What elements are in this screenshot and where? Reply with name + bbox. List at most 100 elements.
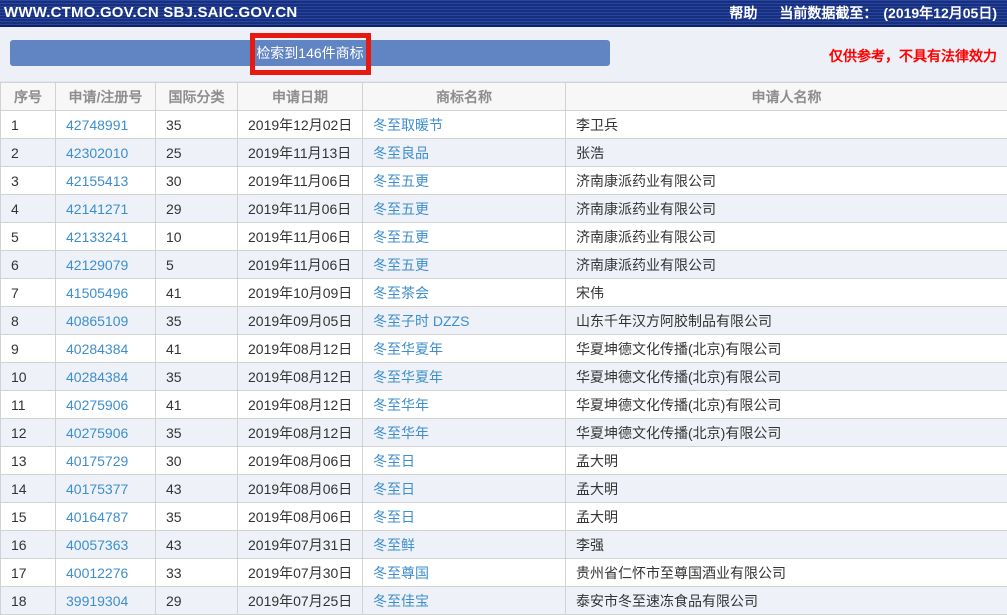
data-cutoff-label: 当前数据截至： — [779, 3, 877, 23]
application-date-cell: 2019年08月12日 — [238, 363, 363, 391]
applicant-name-cell: 李卫兵 — [566, 111, 1007, 139]
application-date-cell: 2019年08月12日 — [238, 419, 363, 447]
result-count-button[interactable]: 检索到146件商标 — [10, 40, 610, 66]
reg-number-cell: 40284384 — [56, 363, 156, 391]
registration-number-link[interactable]: 41505496 — [66, 285, 128, 301]
reg-number-cell: 40275906 — [56, 391, 156, 419]
application-date-cell: 2019年11月06日 — [238, 195, 363, 223]
registration-number-link[interactable]: 40284384 — [66, 341, 128, 357]
table-row: 1740012276332019年07月30日冬至尊国贵州省仁怀市至尊国酒业有限… — [1, 559, 1007, 587]
application-date-cell: 2019年10月09日 — [238, 279, 363, 307]
table-row: 1540164787352019年08月06日冬至日孟大明 — [1, 503, 1007, 531]
registration-number-link[interactable]: 40012276 — [66, 565, 128, 581]
trademark-name-link[interactable]: 冬至五更 — [373, 201, 429, 217]
reg-number-cell: 40012276 — [56, 559, 156, 587]
reg-number-cell: 40175377 — [56, 475, 156, 503]
trademark-name-link[interactable]: 冬至日 — [373, 481, 415, 497]
registration-number-link[interactable]: 40175729 — [66, 453, 128, 469]
registration-number-link[interactable]: 40275906 — [66, 425, 128, 441]
application-date-cell: 2019年07月30日 — [238, 559, 363, 587]
intl-class-cell: 35 — [156, 419, 238, 447]
row-index-cell: 12 — [1, 419, 56, 447]
registration-number-link[interactable]: 42133241 — [66, 229, 128, 245]
table-row: 940284384412019年08月12日冬至华夏年华夏坤德文化传播(北京)有… — [1, 335, 1007, 363]
registration-number-link[interactable]: 40284384 — [66, 369, 128, 385]
applicant-name-cell: 泰安市冬至速冻食品有限公司 — [566, 587, 1007, 615]
reg-number-cell: 42155413 — [56, 167, 156, 195]
registration-number-link[interactable]: 39919304 — [66, 593, 128, 609]
reg-number-cell: 42129079 — [56, 251, 156, 279]
application-date-cell: 2019年11月06日 — [238, 251, 363, 279]
trademark-name-link[interactable]: 冬至日 — [373, 453, 415, 469]
intl-class-cell: 35 — [156, 363, 238, 391]
trademark-name-link[interactable]: 冬至五更 — [373, 257, 429, 273]
trademark-name-link[interactable]: 冬至佳宝 — [373, 593, 429, 609]
registration-number-link[interactable]: 42155413 — [66, 173, 128, 189]
applicant-name-cell: 李强 — [566, 531, 1007, 559]
application-date-cell: 2019年08月06日 — [238, 503, 363, 531]
intl-class-cell: 30 — [156, 447, 238, 475]
trademark-name-link[interactable]: 冬至取暖节 — [373, 117, 443, 133]
application-date-cell: 2019年08月12日 — [238, 335, 363, 363]
trademark-name-link[interactable]: 冬至子时 DZZS — [373, 313, 469, 329]
table-row: 342155413302019年11月06日冬至五更济南康派药业有限公司 — [1, 167, 1007, 195]
trademark-name-link[interactable]: 冬至鲜 — [373, 537, 415, 553]
trademark-name-link[interactable]: 冬至尊国 — [373, 565, 429, 581]
application-date-cell: 2019年11月06日 — [238, 167, 363, 195]
table-row: 64212907952019年11月06日冬至五更济南康派药业有限公司 — [1, 251, 1007, 279]
applicant-name-cell: 华夏坤德文化传播(北京)有限公司 — [566, 335, 1007, 363]
trademark-name-cell: 冬至茶会 — [363, 279, 566, 307]
registration-number-link[interactable]: 40175377 — [66, 481, 128, 497]
trademark-name-link[interactable]: 冬至华夏年 — [373, 369, 443, 385]
trademark-name-cell: 冬至五更 — [363, 195, 566, 223]
intl-class-cell: 33 — [156, 559, 238, 587]
reg-number-cell: 40175729 — [56, 447, 156, 475]
trademark-name-cell: 冬至子时 DZZS — [363, 307, 566, 335]
registration-number-link[interactable]: 42302010 — [66, 145, 128, 161]
application-date-cell: 2019年07月31日 — [238, 531, 363, 559]
intl-class-cell: 29 — [156, 587, 238, 615]
registration-number-link[interactable]: 40275906 — [66, 397, 128, 413]
trademark-name-cell: 冬至华年 — [363, 419, 566, 447]
trademark-name-cell: 冬至华夏年 — [363, 363, 566, 391]
registration-number-link[interactable]: 40865109 — [66, 313, 128, 329]
application-date-cell: 2019年12月02日 — [238, 111, 363, 139]
trademark-name-cell: 冬至五更 — [363, 167, 566, 195]
intl-class-cell: 29 — [156, 195, 238, 223]
registration-number-link[interactable]: 42141271 — [66, 201, 128, 217]
legal-disclaimer-text: 仅供参考，不具有法律效力 — [829, 46, 997, 66]
table-row: 442141271292019年11月06日冬至五更济南康派药业有限公司 — [1, 195, 1007, 223]
trademark-name-link[interactable]: 冬至华年 — [373, 425, 429, 441]
trademark-name-link[interactable]: 冬至良品 — [373, 145, 429, 161]
trademark-name-cell: 冬至良品 — [363, 139, 566, 167]
registration-number-link[interactable]: 40164787 — [66, 509, 128, 525]
trademark-name-link[interactable]: 冬至五更 — [373, 229, 429, 245]
trademark-name-cell: 冬至五更 — [363, 251, 566, 279]
top-navigation-bar: WWW.CTMO.GOV.CN SBJ.SAIC.GOV.CN 帮助 当前数据截… — [0, 0, 1007, 27]
intl-class-cell: 41 — [156, 391, 238, 419]
trademark-name-cell: 冬至日 — [363, 447, 566, 475]
registration-number-link[interactable]: 42129079 — [66, 257, 128, 273]
trademark-name-link[interactable]: 冬至茶会 — [373, 285, 429, 301]
intl-class-cell: 43 — [156, 475, 238, 503]
results-tbody: 1 42748991 35 2019年12月02日冬至取暖节 李卫兵2423020102… — [1, 111, 1007, 615]
table-row: 1640057363432019年07月31日冬至鲜李强 — [1, 531, 1007, 559]
row-index-cell: 1 — [1, 111, 56, 139]
trademark-name-cell: 冬至鲜 — [363, 531, 566, 559]
trademark-name-link[interactable]: 冬至华夏年 — [373, 341, 443, 357]
row-index-cell: 18 — [1, 587, 56, 615]
row-index-cell: 15 — [1, 503, 56, 531]
table-row: 242302010252019年11月13日冬至良品张浩 — [1, 139, 1007, 167]
applicant-name-cell: 宋伟 — [566, 279, 1007, 307]
registration-number-link[interactable]: 40057363 — [66, 537, 128, 553]
reg-number-cell: 41505496 — [56, 279, 156, 307]
application-date-cell: 2019年07月25日 — [238, 587, 363, 615]
reg-number-cell: 42141271 — [56, 195, 156, 223]
trademark-name-link[interactable]: 冬至日 — [373, 509, 415, 525]
registration-number-link[interactable]: 42748991 — [66, 117, 128, 133]
reg-number-cell: 40057363 — [56, 531, 156, 559]
trademark-name-link[interactable]: 冬至华年 — [373, 397, 429, 413]
row-index-cell: 17 — [1, 559, 56, 587]
trademark-name-link[interactable]: 冬至五更 — [373, 173, 429, 189]
help-link[interactable]: 帮助 — [729, 3, 757, 23]
